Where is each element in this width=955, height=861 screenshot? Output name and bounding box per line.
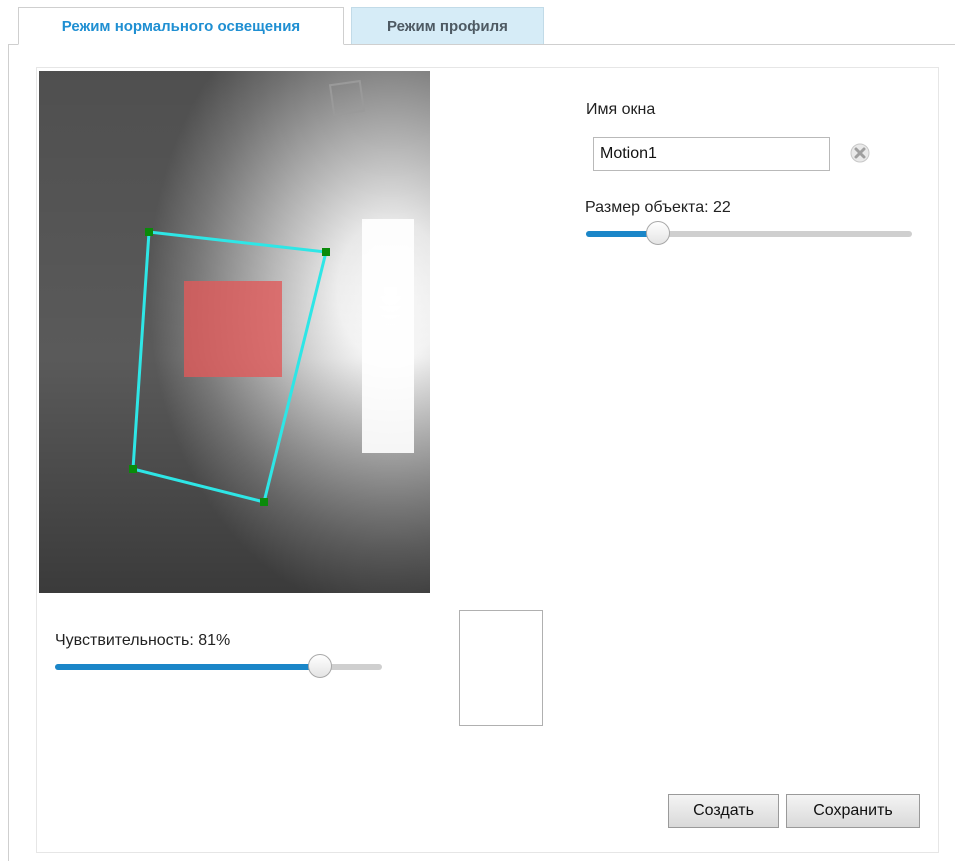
- slider-fill: [55, 664, 320, 670]
- object-size-indicator: [184, 281, 282, 377]
- ceiling-light: [362, 219, 414, 453]
- window-corner-handle[interactable]: [322, 248, 330, 256]
- tab-normal-light-mode[interactable]: Режим нормального освещения: [18, 7, 344, 45]
- close-x-icon[interactable]: [849, 142, 871, 164]
- save-button[interactable]: Сохранить: [786, 794, 920, 828]
- sensitivity-slider[interactable]: [55, 654, 382, 680]
- window-corner-handle[interactable]: [129, 465, 137, 473]
- object-size-preview-box: [459, 610, 543, 726]
- camera-preview[interactable]: [39, 71, 430, 593]
- object-size-slider[interactable]: [586, 221, 912, 247]
- window-name-label: Имя окна: [586, 101, 656, 118]
- create-button[interactable]: Создать: [668, 794, 779, 828]
- slider-thumb[interactable]: [645, 221, 670, 245]
- window-name-input[interactable]: [593, 137, 830, 171]
- slider-thumb[interactable]: [307, 654, 332, 678]
- camera-preview-canvas: [39, 71, 430, 593]
- sensitivity-label: Чувствительность: 81%: [55, 632, 231, 649]
- object-size-label: Размер объекта: 22: [585, 199, 731, 216]
- window-corner-handle[interactable]: [145, 228, 153, 236]
- tab-profile-mode[interactable]: Режим профиля: [351, 7, 544, 45]
- window-corner-handle[interactable]: [260, 498, 268, 506]
